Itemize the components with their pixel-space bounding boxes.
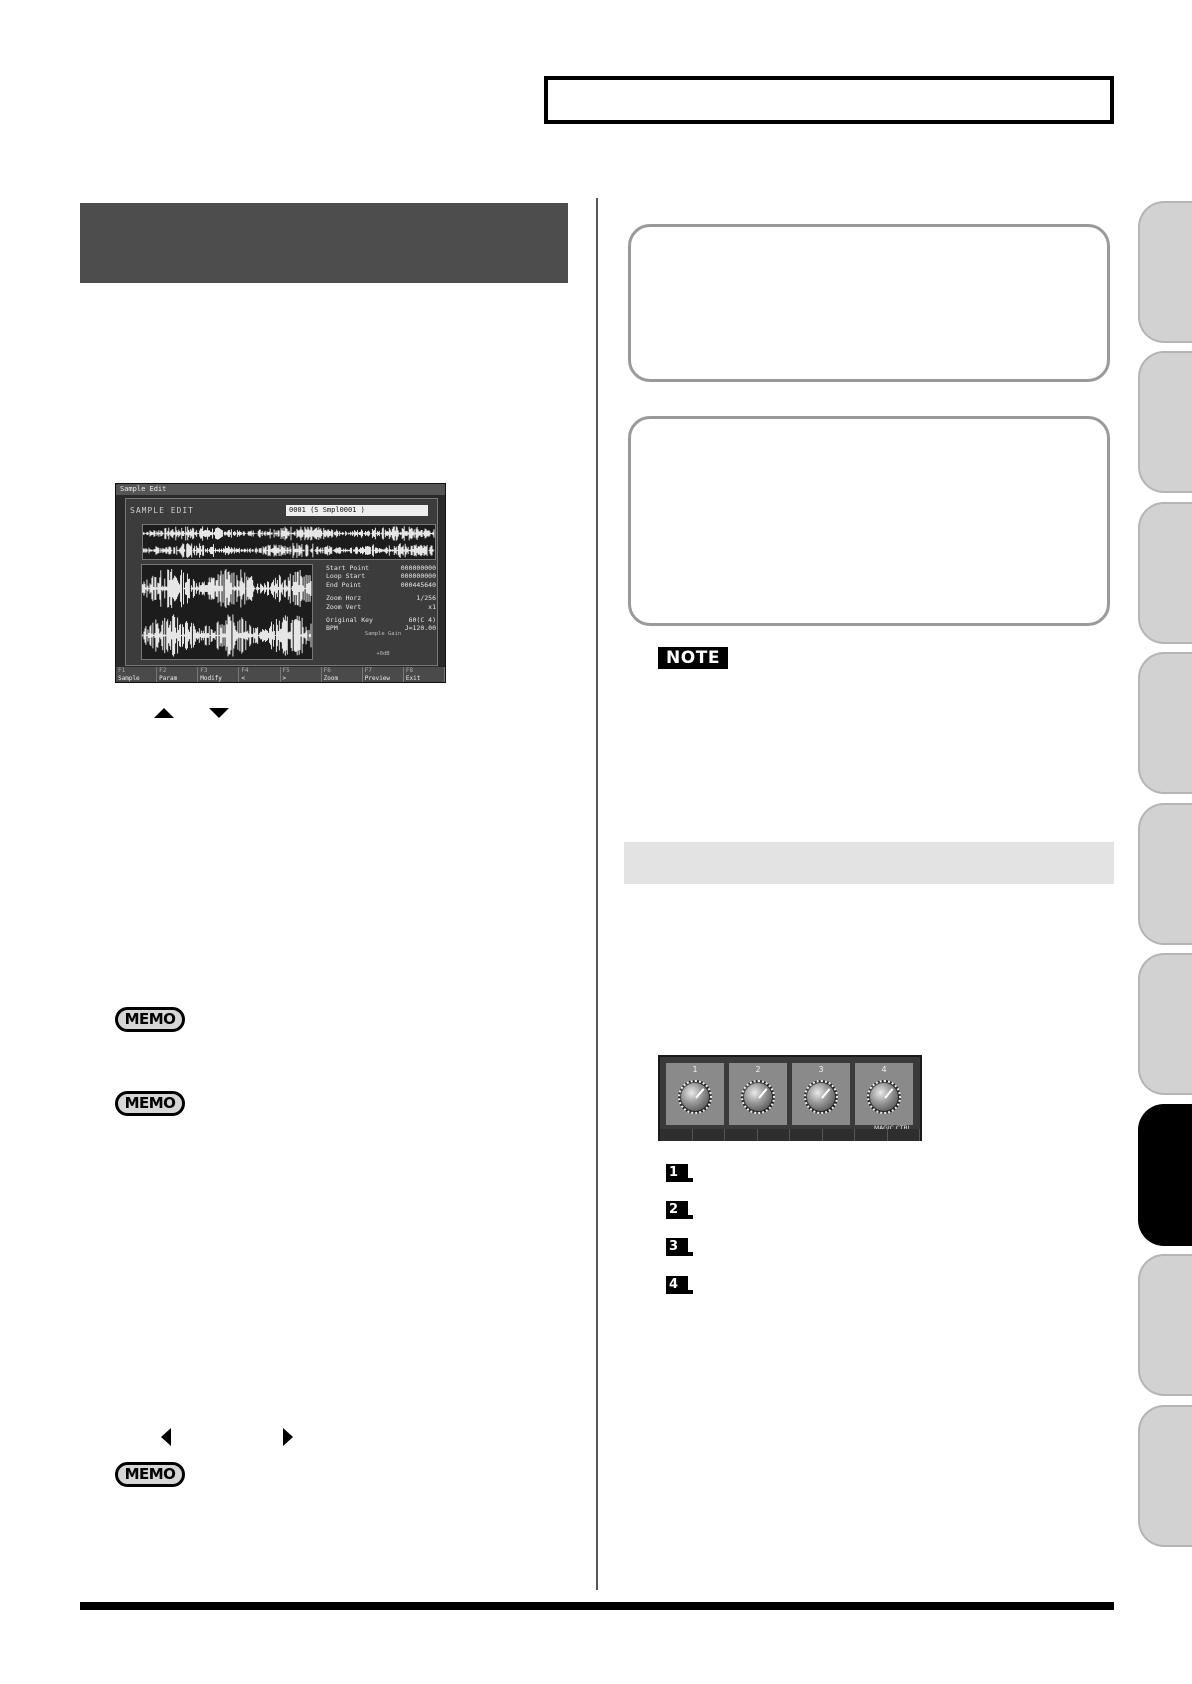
knob-4[interactable] [867, 1080, 901, 1114]
fkey-param[interactable]: F2 Param [157, 667, 199, 682]
side-tab[interactable] [1138, 803, 1192, 945]
knob-panel-footer [660, 1129, 920, 1141]
side-tab[interactable] [1138, 201, 1192, 343]
number-4-icon: 4 [666, 1276, 693, 1294]
cursor-up-icon [154, 708, 174, 718]
cursor-left-icon [161, 1428, 171, 1446]
column-divider [596, 198, 598, 1590]
fkey-zoom[interactable]: F6 Zoom [322, 667, 363, 682]
screen-window-title: Sample Edit [116, 484, 445, 495]
realtime-control-knobs: 1 2 3 4 MAGIC CTRL [658, 1055, 922, 1141]
cursor-down-icon [209, 708, 229, 718]
fkey-modify[interactable]: F3 Modify [198, 667, 240, 682]
side-tab[interactable] [1138, 953, 1192, 1095]
info-box [628, 224, 1110, 382]
knob-1[interactable] [678, 1080, 712, 1114]
sample-gain-value[interactable]: +0dB [360, 651, 406, 657]
note-badge: NOTE [658, 647, 728, 669]
side-tab[interactable] [1138, 502, 1192, 644]
fkey-next[interactable]: F5 > [281, 667, 322, 682]
sample-edit-screen: Sample Edit SAMPLE EDIT 0001 (S Smpl0001… [115, 483, 446, 683]
param-start-point[interactable]: Start Point 000000000 [326, 564, 436, 572]
fkey-exit[interactable]: F8 Exit [404, 667, 445, 682]
number-3-icon: 3 [666, 1238, 693, 1256]
side-tab[interactable] [1138, 1405, 1192, 1547]
waveform-overview [142, 524, 436, 560]
knob-cell-1: 1 [666, 1063, 724, 1125]
cursor-right-icon [283, 1428, 293, 1446]
side-tab-active[interactable] [1138, 1104, 1192, 1246]
side-tab[interactable] [1138, 652, 1192, 794]
waveform-detail [141, 564, 313, 660]
param-original-key[interactable]: Original Key 60(C 4) [326, 616, 436, 624]
knob-3[interactable] [804, 1080, 838, 1114]
section-banner [80, 203, 568, 283]
knob-cell-4: 4 [855, 1063, 913, 1125]
knob-2[interactable] [741, 1080, 775, 1114]
number-2-icon: 2 [666, 1201, 693, 1219]
param-zoom-vert[interactable]: Zoom Vert x1 [326, 603, 436, 611]
page-header-box [544, 76, 1114, 124]
memo-badge: MEMO [115, 1007, 185, 1032]
param-end-point[interactable]: End Point 000445640 [326, 581, 436, 589]
screen-app-title: SAMPLE EDIT [130, 506, 194, 515]
sample-name-field[interactable]: 0001 (S Smpl0001 ) [286, 505, 428, 516]
fkey-prev[interactable]: F4 < [239, 667, 281, 682]
param-zoom-horz[interactable]: Zoom Horz 1/256 [326, 594, 436, 602]
knob-cell-3: 3 [792, 1063, 850, 1125]
fkey-sample-list[interactable]: F1Sample List [116, 667, 158, 682]
side-tab[interactable] [1138, 1254, 1192, 1396]
memo-badge: MEMO [115, 1091, 185, 1116]
side-tab[interactable] [1138, 351, 1192, 493]
sample-params: Start Point 000000000 Loop Start 000000000… [326, 564, 436, 633]
fkey-preview[interactable]: F7 Preview [363, 667, 404, 682]
number-1-icon: 1 [666, 1164, 693, 1182]
memo-badge: MEMO [115, 1462, 185, 1487]
info-box [628, 416, 1110, 626]
function-key-bar: F1Sample List F2Param F3Modify F4< F5> F… [116, 667, 445, 682]
knob-cell-2: 2 [729, 1063, 787, 1125]
sample-gain-label: Sample Gain [364, 631, 402, 637]
subsection-banner [624, 842, 1114, 884]
footer-rule [80, 1602, 1114, 1610]
param-loop-start[interactable]: Loop Start 000000000 [326, 572, 436, 580]
